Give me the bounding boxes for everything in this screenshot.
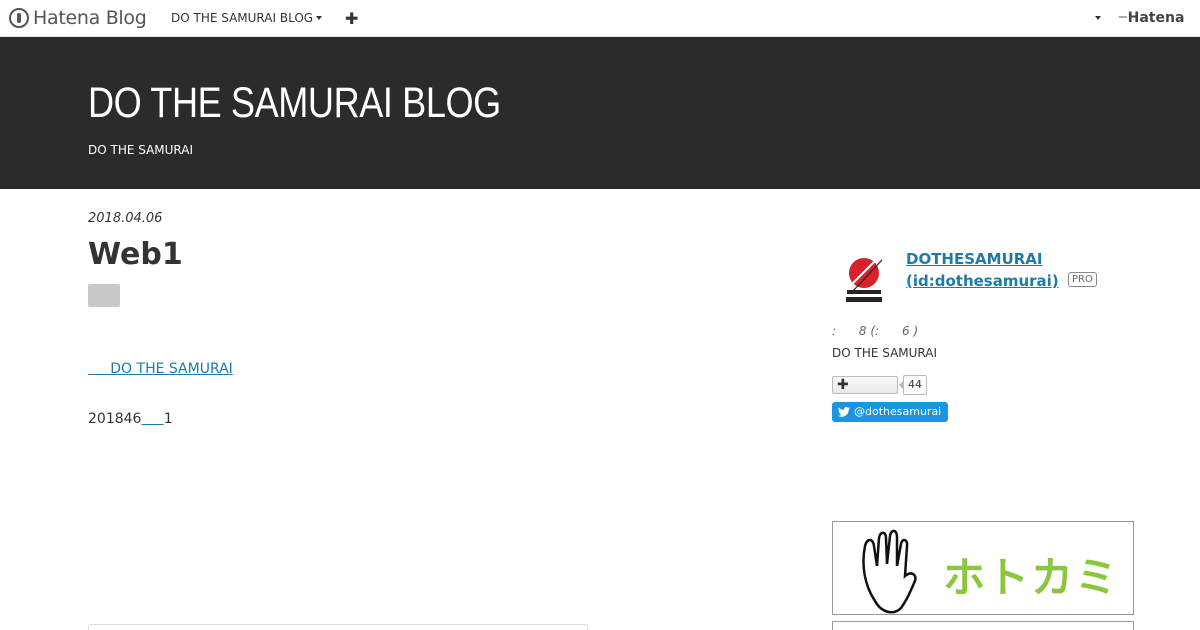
- profile-description: DO THE SAMURAI: [832, 346, 938, 360]
- hatena-logo[interactable]: ⁼⁼ Hatena: [1118, 10, 1184, 26]
- hatena-wing-icon: ⁼⁼: [1118, 11, 1128, 25]
- samurai-logo-icon: [845, 257, 883, 302]
- readers-count: : 8 (: 6 ): [832, 324, 919, 338]
- entry-body-link[interactable]: [141, 411, 163, 427]
- blog-switcher-label: DO THE SAMURAI BLOG: [171, 11, 314, 25]
- entry-title[interactable]: Web1: [88, 237, 183, 272]
- chevron-down-icon: [316, 16, 323, 20]
- user-menu-chevron-icon[interactable]: [1095, 16, 1101, 20]
- entry-link[interactable]: DO THE SAMURAI: [88, 361, 233, 377]
- entry-link-prefix: [88, 361, 110, 377]
- hatena-global-header: Hatena Blog DO THE SAMURAI BLOG ✚ ⁼⁼ Hat…: [0, 0, 1200, 37]
- follow-button[interactable]: ✚: [832, 376, 898, 394]
- blog-description: DO THE SAMURAI: [88, 143, 194, 157]
- avatar[interactable]: [838, 254, 890, 306]
- entry-body-prefix: 201846: [88, 411, 142, 427]
- profile-name: DOTHESAMURAI: [906, 250, 1043, 268]
- blog-header: DO THE SAMURAI BLOG DO THE SAMURAI: [0, 37, 1200, 189]
- entry-body-text: 201846 1: [88, 411, 173, 427]
- profile-name-link[interactable]: DOTHESAMURAI (id:dothesamurai): [906, 248, 1059, 292]
- pro-badge: PRO: [1068, 272, 1097, 287]
- profile-id: (id:dothesamurai): [906, 272, 1059, 290]
- twitter-follow-button[interactable]: @dothesamurai: [832, 402, 949, 422]
- entry-date[interactable]: 2018.04.06: [88, 211, 162, 226]
- hatena-logo-text: Hatena: [1127, 10, 1185, 26]
- twitter-bird-icon: [838, 407, 850, 417]
- entry-body-suffix: 1: [163, 411, 173, 427]
- twitter-handle: @dothesamurai: [854, 405, 942, 418]
- entry-link-text: DO THE SAMURAI: [110, 361, 233, 377]
- blog-title[interactable]: DO THE SAMURAI BLOG: [88, 79, 501, 128]
- hotokami-logo-text: ホトカミ: [943, 553, 1120, 602]
- hatena-blog-logo-text: Hatena Blog: [33, 7, 147, 29]
- praying-hands-icon: [862, 529, 917, 614]
- hatena-blog-logo[interactable]: Hatena Blog: [9, 7, 147, 29]
- sidebar-banner-2[interactable]: [832, 621, 1134, 630]
- embed-card[interactable]: [88, 624, 588, 630]
- follower-count[interactable]: 44: [899, 375, 927, 395]
- category-label[interactable]: [88, 284, 120, 307]
- hatena-blog-logo-icon: [9, 8, 29, 28]
- blog-switcher-menu[interactable]: DO THE SAMURAI BLOG: [171, 11, 323, 25]
- new-post-button[interactable]: ✚: [345, 9, 358, 28]
- hotokami-banner[interactable]: ホトカミ: [832, 521, 1134, 615]
